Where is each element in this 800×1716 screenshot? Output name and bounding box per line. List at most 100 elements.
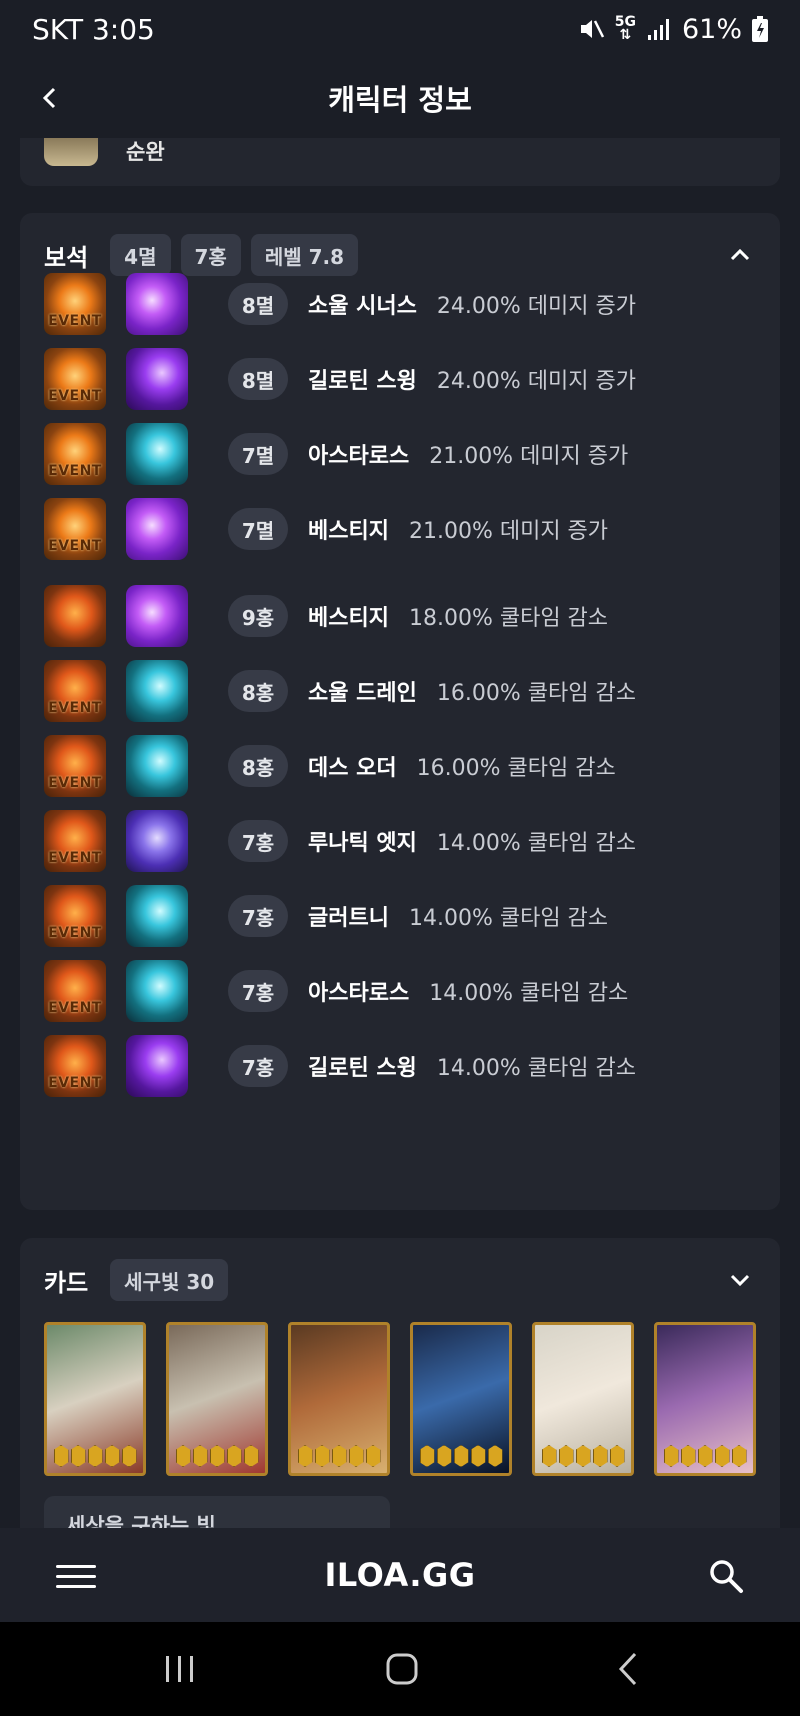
awakening-gem-icon bbox=[104, 1445, 120, 1467]
awakening-gem-icon bbox=[175, 1445, 191, 1467]
gem-row[interactable]: 9홍 베스티지 18.00% 쿨타임 감소 bbox=[44, 585, 756, 647]
network-5g-icon: 5G ⇅ bbox=[614, 14, 636, 43]
bottom-nav: ILOA.GG bbox=[0, 1528, 800, 1622]
gem-effect: 16.00% 쿨타임 감소 bbox=[416, 756, 616, 781]
gem-icon: EVENT bbox=[44, 1035, 106, 1097]
gem-row[interactable]: EVENT 8멸 길로틴 스윙 24.00% 데미지 증가 bbox=[44, 348, 756, 410]
gem-effect: 24.00% 데미지 증가 bbox=[436, 369, 636, 394]
card-thumbnail[interactable] bbox=[532, 1322, 634, 1476]
status-icons: 5G ⇅ 61% bbox=[579, 14, 768, 45]
card-thumbnail[interactable] bbox=[288, 1322, 390, 1476]
gem-event-label: EVENT bbox=[48, 1075, 102, 1091]
gem-event-label: EVENT bbox=[48, 1000, 102, 1016]
awakening-gem-icon bbox=[470, 1445, 486, 1467]
awakening-gem-icon bbox=[243, 1445, 259, 1467]
awakening-gem-icon bbox=[121, 1445, 137, 1467]
gem-row[interactable]: EVENT 8홍 소울 드레인 16.00% 쿨타임 감소 bbox=[44, 660, 756, 722]
gem-skill-name: 아스타로스 bbox=[308, 981, 410, 1006]
gem-effect: 21.00% 데미지 증가 bbox=[429, 444, 629, 469]
gems-collapse-button[interactable] bbox=[720, 235, 760, 275]
battery-icon bbox=[752, 16, 768, 42]
cards-expand-button[interactable] bbox=[720, 1260, 760, 1300]
gems-section: 보석 4멸 7홍 레벨 7.8 EVENT 8멸 소울 시너스 24.00% 데미지 … bbox=[20, 213, 780, 1210]
card-awakening bbox=[413, 1445, 509, 1467]
gem-row[interactable]: EVENT 7홍 루나틱 엣지 14.00% 쿨타임 감소 bbox=[44, 810, 756, 872]
awakening-gem-icon bbox=[714, 1445, 730, 1467]
gem-icon: EVENT bbox=[44, 498, 106, 560]
card-awakening bbox=[657, 1445, 753, 1467]
battery-percent: 61% bbox=[681, 13, 742, 45]
skill-icon bbox=[126, 1035, 188, 1097]
awakening-gem-icon bbox=[87, 1445, 103, 1467]
gem-event-label: EVENT bbox=[48, 775, 102, 791]
gem-skill-name: 길로틴 스윙 bbox=[308, 1056, 417, 1081]
gem-level-pill: 7홍 bbox=[228, 820, 288, 862]
gem-row[interactable]: EVENT 7멸 베스티지 21.00% 데미지 증가 bbox=[44, 498, 756, 560]
search-icon[interactable] bbox=[706, 1556, 746, 1596]
back-icon[interactable] bbox=[598, 1644, 658, 1694]
awakening-gem-icon bbox=[453, 1445, 469, 1467]
gem-row[interactable]: EVENT 7홍 글러트니 14.00% 쿨타임 감소 bbox=[44, 885, 756, 947]
awakening-gem-icon bbox=[297, 1445, 313, 1467]
gem-skill-name: 길로틴 스윙 bbox=[308, 369, 417, 394]
gem-icon: EVENT bbox=[44, 810, 106, 872]
awakening-gem-icon bbox=[209, 1445, 225, 1467]
gem-row[interactable]: EVENT 8홍 데스 오더 16.00% 쿨타임 감소 bbox=[44, 735, 756, 797]
mute-icon bbox=[579, 16, 605, 42]
gem-row[interactable]: EVENT 7멸 아스타로스 21.00% 데미지 증가 bbox=[44, 423, 756, 485]
gem-level-pill: 8멸 bbox=[228, 283, 288, 325]
cards-header: 카드 세구빛 30 bbox=[44, 1258, 756, 1302]
gem-level-pill: 7멸 bbox=[228, 508, 288, 550]
gem-icon bbox=[44, 585, 106, 647]
gem-summary-chip: 4멸 bbox=[110, 234, 171, 276]
card-thumbnail[interactable] bbox=[44, 1322, 146, 1476]
gem-icon: EVENT bbox=[44, 735, 106, 797]
gem-effect: 14.00% 쿨타임 감소 bbox=[429, 981, 629, 1006]
gem-skill-name: 베스티지 bbox=[308, 519, 389, 544]
skill-icon bbox=[126, 423, 188, 485]
skill-icon bbox=[126, 498, 188, 560]
awakening-gem-icon bbox=[731, 1445, 747, 1467]
back-button[interactable] bbox=[30, 78, 70, 118]
gem-icon: EVENT bbox=[44, 423, 106, 485]
gem-level-chip: 레벨 7.8 bbox=[250, 234, 359, 276]
awakening-gem-icon bbox=[558, 1445, 574, 1467]
chevron-left-icon bbox=[42, 87, 56, 109]
gems-header: 보석 4멸 7홍 레벨 7.8 bbox=[44, 233, 756, 277]
skill-icon bbox=[126, 273, 188, 335]
awakening-gem-icon bbox=[436, 1445, 452, 1467]
gem-row[interactable]: EVENT 7홍 아스타로스 14.00% 쿨타임 감소 bbox=[44, 960, 756, 1022]
site-logo[interactable]: ILOA.GG bbox=[324, 1556, 475, 1594]
recent-apps-icon[interactable] bbox=[150, 1644, 210, 1694]
skill-icon bbox=[126, 960, 188, 1022]
gem-event-label: EVENT bbox=[48, 313, 102, 329]
chevron-up-icon bbox=[730, 248, 750, 261]
card-thumbnail[interactable] bbox=[410, 1322, 512, 1476]
card-awakening bbox=[535, 1445, 631, 1467]
gem-icon: EVENT bbox=[44, 348, 106, 410]
awakening-gem-icon bbox=[226, 1445, 242, 1467]
gem-effect: 24.00% 데미지 증가 bbox=[436, 294, 636, 319]
awakening-gem-icon bbox=[419, 1445, 435, 1467]
gem-row[interactable]: EVENT 8멸 소울 시너스 24.00% 데미지 증가 bbox=[44, 273, 756, 335]
gem-row[interactable]: EVENT 7홍 길로틴 스윙 14.00% 쿨타임 감소 bbox=[44, 1035, 756, 1097]
gem-level-pill: 7홍 bbox=[228, 895, 288, 937]
awakening-gem-icon bbox=[331, 1445, 347, 1467]
card-thumbnail[interactable] bbox=[654, 1322, 756, 1476]
card-thumbnail[interactable] bbox=[166, 1322, 268, 1476]
awakening-gem-icon bbox=[575, 1445, 591, 1467]
gem-effect: 14.00% 쿨타임 감소 bbox=[436, 831, 636, 856]
hamburger-menu-icon[interactable] bbox=[56, 1556, 96, 1596]
home-icon[interactable] bbox=[372, 1644, 432, 1694]
awakening-gem-icon bbox=[487, 1445, 503, 1467]
card-set-chip: 세구빛 30 bbox=[110, 1259, 229, 1301]
previous-section-card: 순완 bbox=[20, 138, 780, 186]
awakening-gem-icon bbox=[365, 1445, 381, 1467]
awakening-gem-icon bbox=[192, 1445, 208, 1467]
card-awakening bbox=[291, 1445, 387, 1467]
system-navigation-bar bbox=[0, 1622, 800, 1716]
gem-icon: EVENT bbox=[44, 960, 106, 1022]
app-header: 캐릭터 정보 bbox=[0, 58, 800, 138]
gem-level-pill: 8홍 bbox=[228, 670, 288, 712]
gem-effect: 16.00% 쿨타임 감소 bbox=[436, 681, 636, 706]
